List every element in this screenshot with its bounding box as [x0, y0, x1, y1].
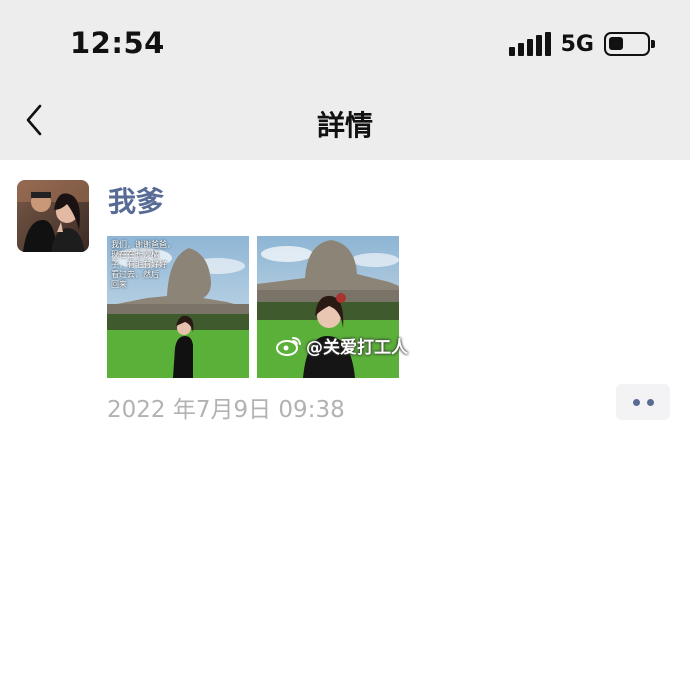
network-type: 5G — [560, 31, 594, 57]
top-bar: 12:54 5G 詳情 — [0, 0, 690, 160]
more-dot-icon — [632, 398, 640, 406]
photo-caption: 我们，谢谢爸爸， 现在在长沙橘 子，有毛有好好 看过去，然后 回来 — [111, 240, 175, 289]
watermark: @关爱打工人 — [276, 333, 408, 358]
cellular-signal-icon — [508, 32, 551, 56]
more-dot-icon — [646, 398, 654, 406]
author-name[interactable]: 我爹 — [108, 180, 164, 220]
post-photo-1[interactable]: 我们，谢谢爸爸， 现在在长沙橘 子，有毛有好好 看过去，然后 回来 — [107, 236, 249, 378]
status-indicators: 5G — [508, 30, 655, 58]
weibo-logo-icon — [276, 336, 301, 356]
battery-icon — [604, 32, 655, 56]
page-title: 詳情 — [316, 109, 373, 142]
status-time: 12:54 — [70, 26, 165, 60]
avatar[interactable] — [17, 180, 89, 252]
watermark-text: @关爱打工人 — [306, 338, 408, 358]
post-timestamp: 2022 年7月9日 09:38 — [107, 397, 345, 423]
more-actions-button[interactable] — [616, 384, 670, 420]
